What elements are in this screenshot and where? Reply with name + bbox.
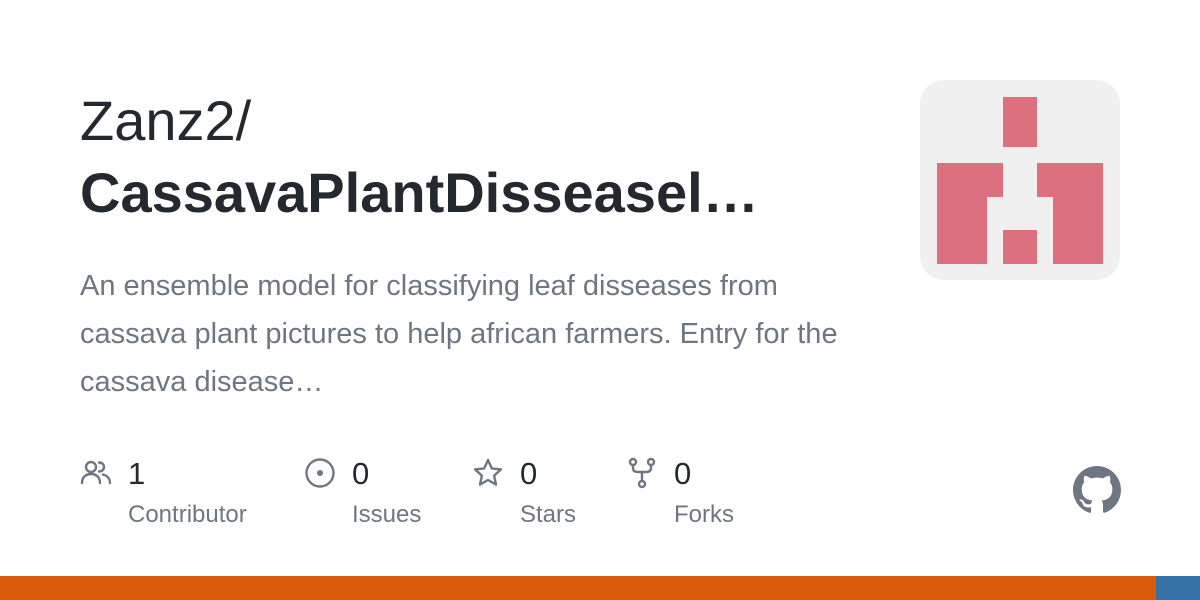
- stars-count: 0: [520, 456, 538, 491]
- repo-description: An ensemble model for classifying leaf d…: [80, 270, 838, 398]
- language-bar-segment: [1155, 576, 1200, 600]
- forks-count: 0: [674, 456, 692, 491]
- issues-count: 0: [352, 456, 370, 491]
- contributors-label: Contributor: [128, 501, 247, 528]
- issues-label: Issues: [352, 501, 422, 528]
- language-bar-segment: [0, 576, 1156, 600]
- stars-label: Stars: [520, 501, 577, 528]
- owner-avatar[interactable]: [920, 80, 1120, 280]
- identicon-icon: [937, 97, 1103, 264]
- star-icon: [473, 458, 503, 486]
- repo-name[interactable]: CassavaPlantDisseasel…: [80, 160, 759, 226]
- forks-label: Forks: [674, 501, 734, 528]
- people-icon: [80, 460, 112, 485]
- repo-forked-icon: [628, 457, 656, 489]
- issue-opened-icon: [305, 458, 335, 488]
- language-bar: [0, 576, 1200, 600]
- repo-owner[interactable]: Zanz2/: [80, 88, 251, 154]
- contributors-count: 1: [128, 456, 146, 491]
- github-mark-icon[interactable]: [1073, 466, 1121, 514]
